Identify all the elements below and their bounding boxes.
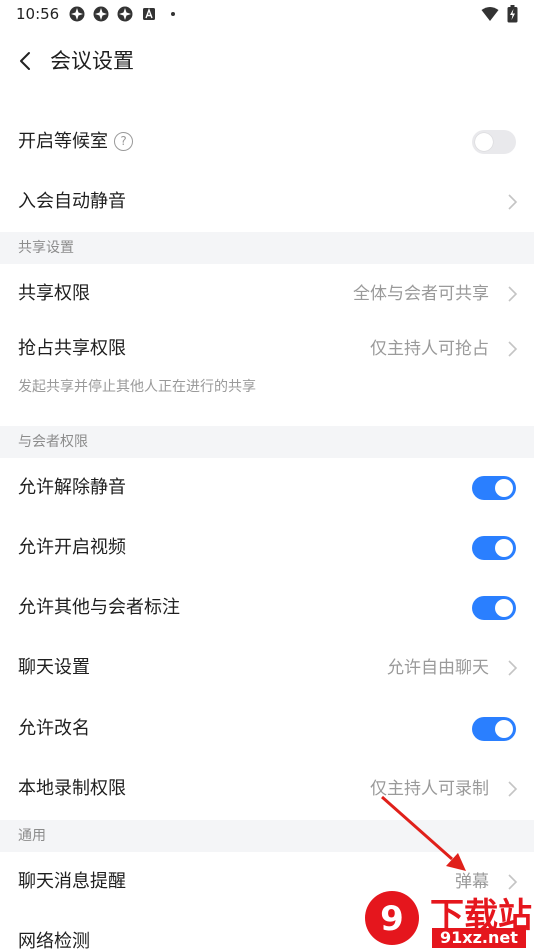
site-watermark: 9 下载站 91xz.net <box>364 886 534 950</box>
watermark-domain: 91xz.net <box>432 928 526 948</box>
watermark-logo-digit: 9 <box>380 899 404 939</box>
annotation-arrow-icon <box>381 795 466 871</box>
